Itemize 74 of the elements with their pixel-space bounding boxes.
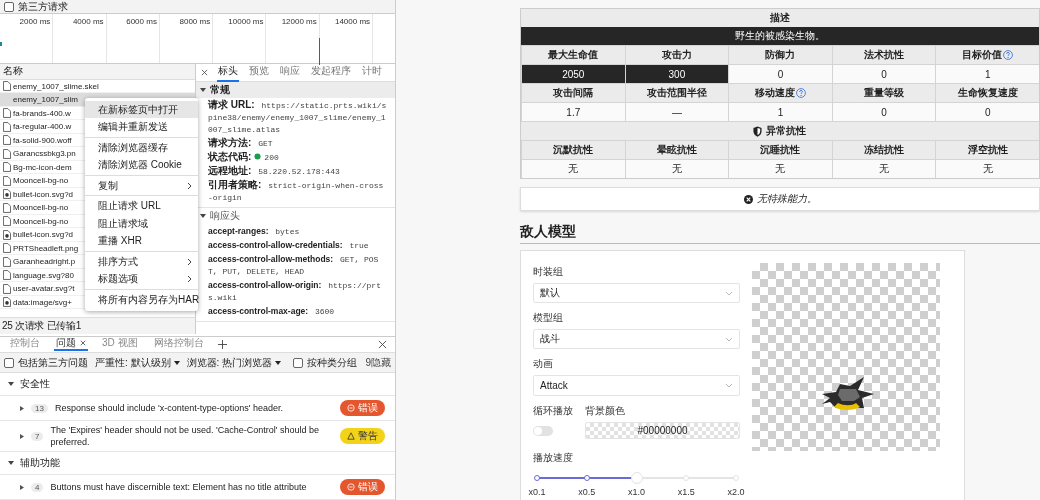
column-header: 晕眩抗性	[656, 143, 697, 157]
field-label: 背景颜色	[585, 403, 626, 418]
time-tick: 12000 ms	[281, 17, 317, 26]
header-line: access-control-allow-credentials: true	[208, 240, 369, 250]
column-header: 防御力	[765, 48, 796, 62]
column-header: 沉睡抗性	[760, 143, 801, 157]
checkbox-label: 按种类分组	[307, 355, 358, 370]
table-cell: 无	[728, 159, 832, 178]
table-cell: 300	[624, 64, 729, 83]
severity-badge: 错误	[340, 400, 385, 416]
column-header: 沉默抗性	[553, 143, 594, 157]
table-cell: 无	[831, 159, 936, 178]
column-header: 目标价值	[962, 48, 1003, 62]
severity-badge: 警告	[340, 428, 385, 444]
table-cell: 1.7	[521, 102, 625, 121]
ability-note: 无特殊能力。	[520, 187, 1040, 211]
table-cell: 0	[728, 64, 832, 83]
count-badge: 13	[31, 403, 48, 413]
header-line: accept-ranges: bytes	[208, 226, 300, 236]
header-line: 引用者策略: strict-origin-when-cross-origin	[208, 180, 384, 202]
field-label: 时装组	[533, 265, 564, 279]
hidden-count: 9隐藏	[365, 355, 391, 370]
section-header: 异常抗性	[521, 121, 1039, 140]
field-label: 播放速度	[533, 450, 574, 465]
severity-badge: 错误	[340, 479, 385, 495]
section-heading: 敌人模型	[520, 223, 1040, 244]
table-cell: 无	[521, 159, 625, 178]
count-badge: 7	[31, 431, 44, 441]
table-cell: 1	[935, 64, 1039, 83]
header-line: 请求 URL: https://static.prts.wiki/spine38/enemy/enemy_1007_slime/enemy_1007_slime.atlas	[208, 100, 387, 134]
checkbox-label: 包括第三方问题	[18, 355, 88, 370]
status-text: 25 次请求 已传输1	[2, 318, 81, 333]
field-label: 模型组	[533, 311, 564, 326]
column-header: 攻击力	[661, 48, 692, 62]
column-header: 冻结抗性	[864, 143, 905, 157]
column-header: 最大生命值	[548, 48, 599, 62]
time-tick: 8000 ms	[179, 17, 211, 26]
table-title: 描述	[521, 9, 1039, 27]
time-tick: 14000 ms	[334, 17, 371, 26]
time-tick: 4000 ms	[72, 17, 104, 26]
header-line: 远程地址: 58.220.52.178:443	[208, 166, 340, 176]
field-label: 循环播放	[533, 403, 573, 418]
column-header: 攻击范围半径	[646, 86, 707, 100]
speed-label: x0.5	[578, 486, 596, 497]
time-tick: 6000 ms	[126, 17, 157, 26]
table-cell: 1	[728, 102, 832, 121]
table-cell: 无	[624, 159, 729, 178]
description-banner: 野生的被感染生物。	[521, 27, 1039, 45]
speed-label: x1.0	[628, 486, 645, 497]
column-header: 重量等级	[864, 86, 905, 100]
speed-label: x2.0	[727, 486, 745, 497]
column-header: 法术抗性	[864, 48, 905, 62]
table-cell: 无	[935, 159, 1039, 178]
table-cell: 0	[935, 102, 1039, 121]
field-label: 动画	[533, 357, 554, 372]
table-cell: 0	[831, 102, 936, 121]
count-badge: 4	[31, 482, 44, 492]
speed-label: x0.1	[528, 486, 546, 497]
header-line: access-control-allow-origin: https://prts.wiki	[208, 280, 381, 302]
column-header: 攻击间隔	[553, 86, 594, 100]
header-value: 200	[264, 152, 279, 162]
time-tick: 2000 ms	[19, 17, 51, 26]
speed-label: x1.5	[677, 486, 695, 497]
table-cell: 2050	[521, 64, 625, 83]
checkbox-label: 第三方请求	[18, 0, 68, 14]
header-name: 状态代码:	[208, 150, 252, 162]
time-tick: 10000 ms	[228, 17, 264, 26]
header-line: 请求方法: GET	[208, 138, 273, 148]
table-cell: 0	[831, 64, 936, 83]
column-header: 浮空抗性	[967, 143, 1008, 157]
column-header: 移动速度	[755, 86, 795, 100]
column-header: 生命恢复速度	[957, 86, 1018, 100]
table-cell: —	[624, 102, 729, 121]
header-line: access-control-max-age: 3600	[208, 306, 335, 316]
